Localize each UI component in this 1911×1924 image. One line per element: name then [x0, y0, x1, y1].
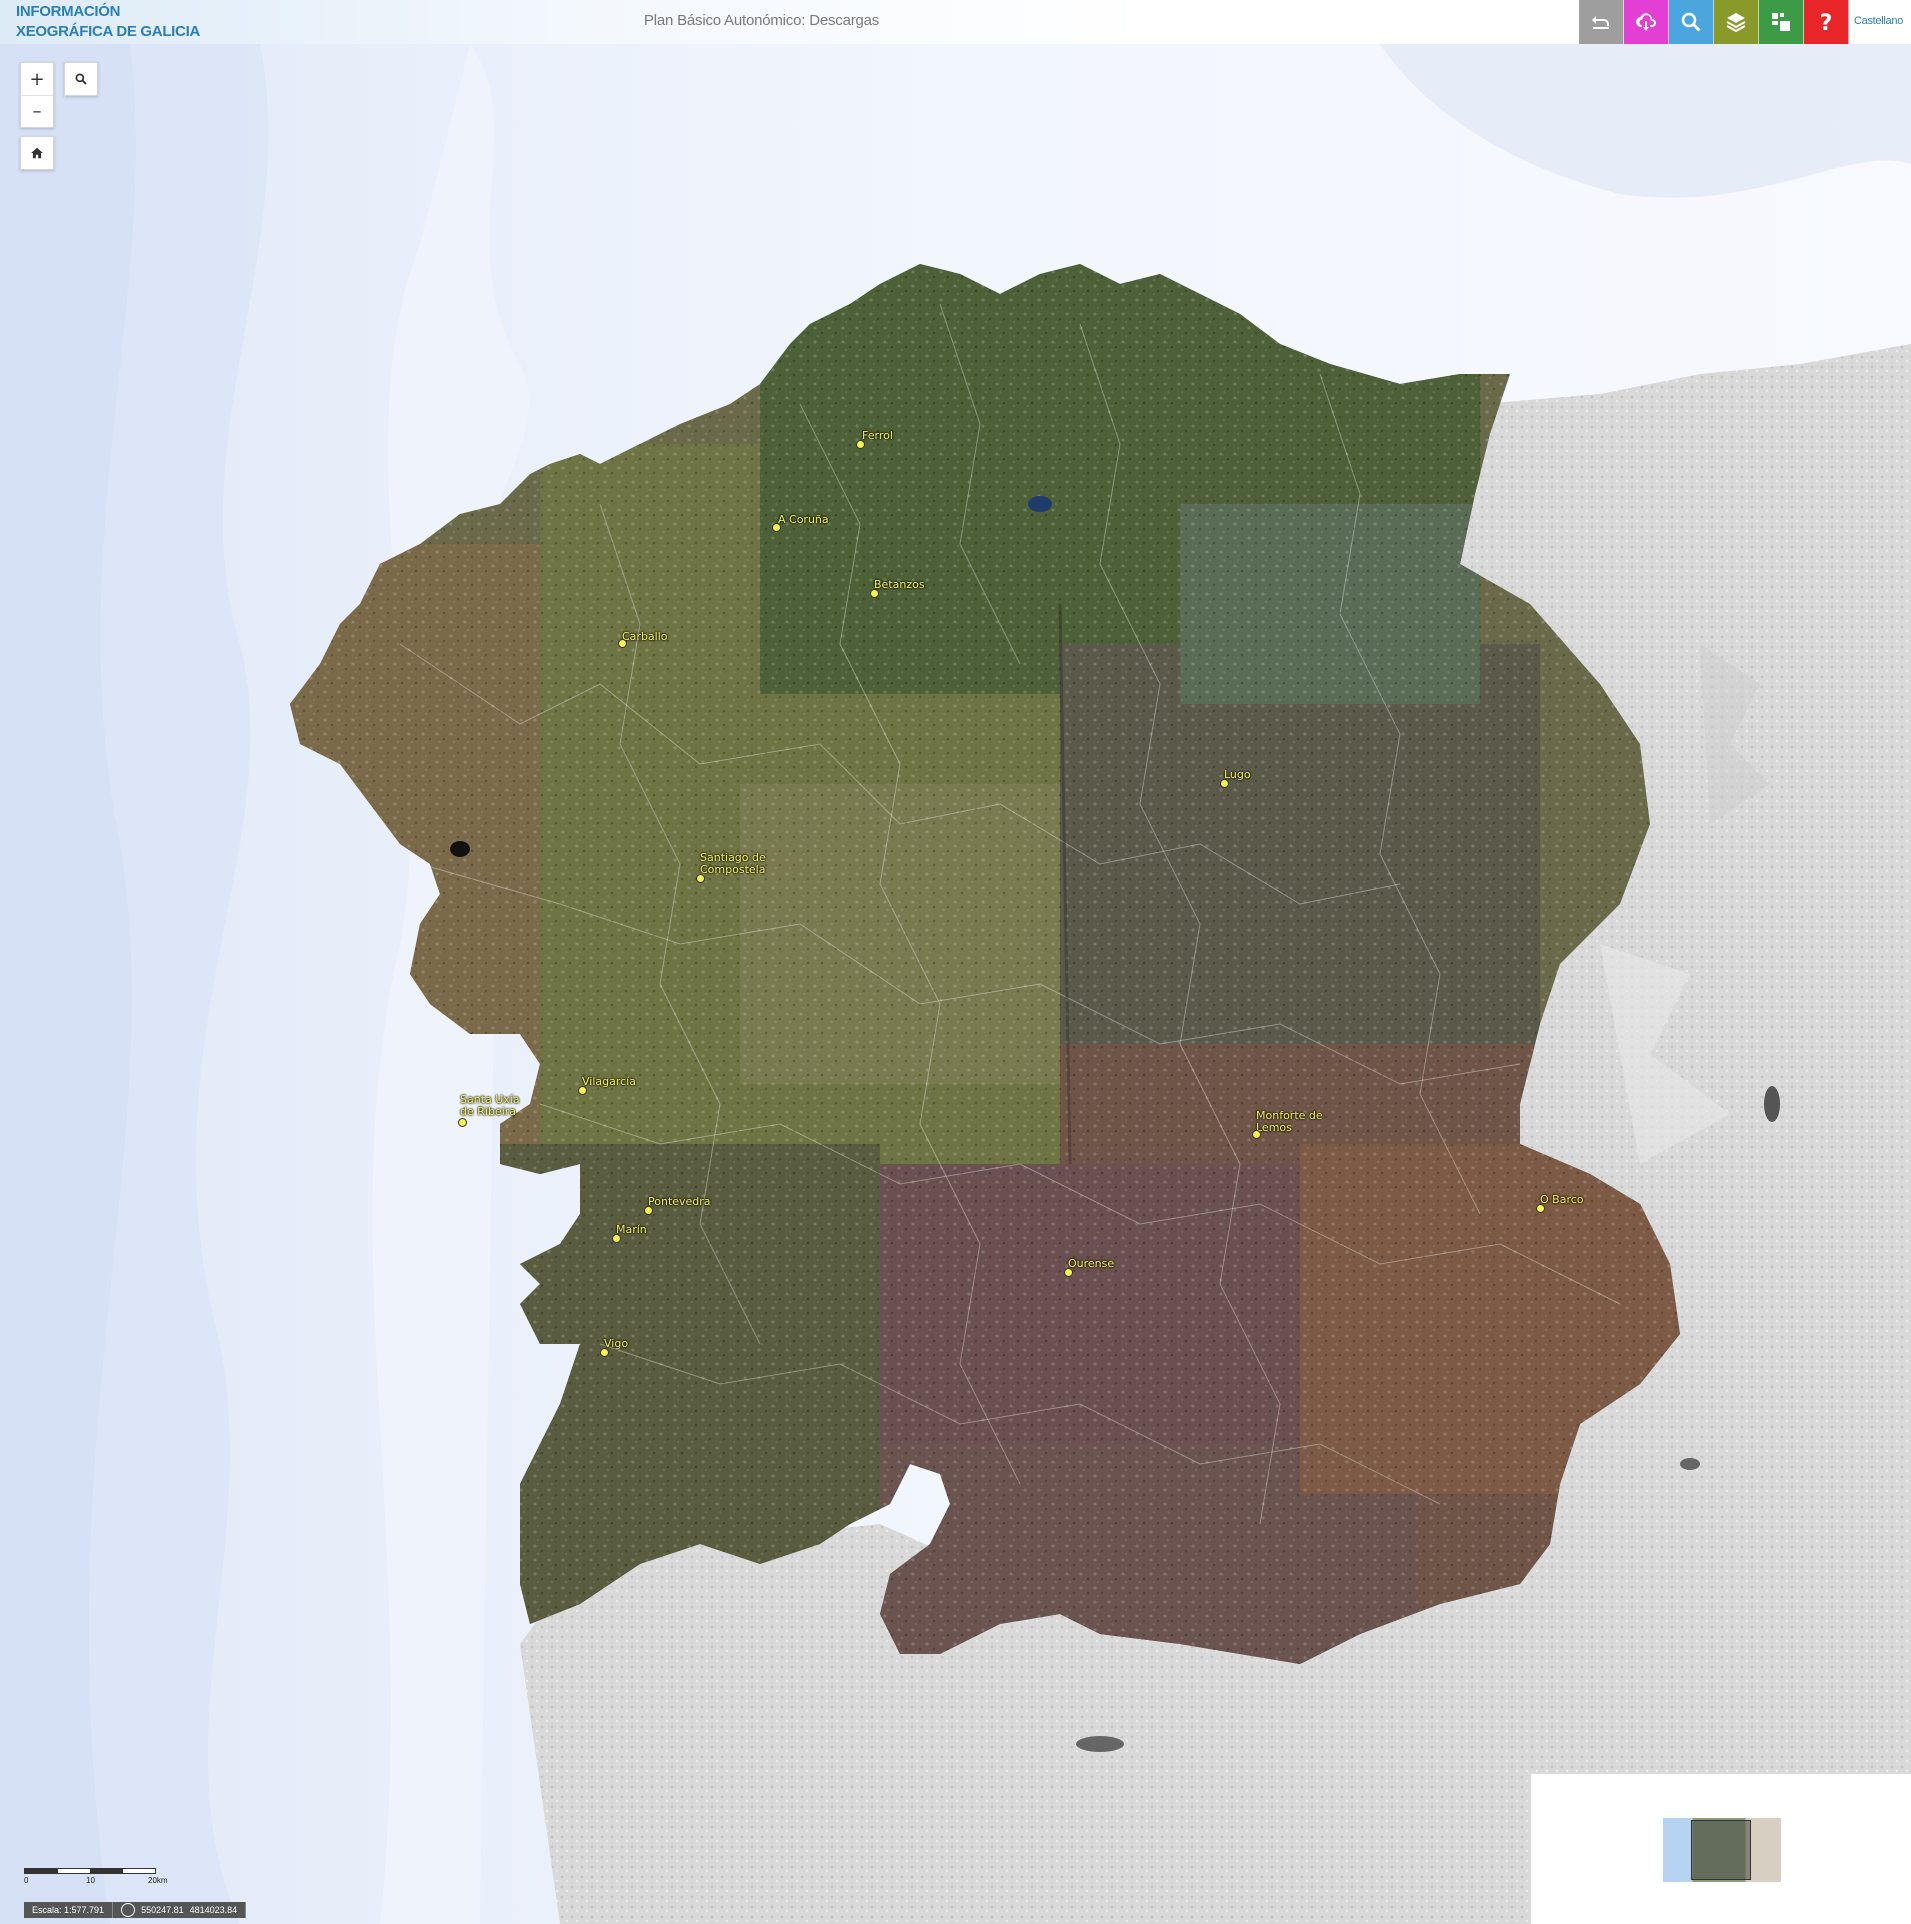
home-button[interactable] [21, 137, 53, 169]
city-label[interactable]: Lugo [1220, 768, 1251, 788]
search-icon [75, 73, 87, 85]
layers-button[interactable] [1714, 0, 1759, 44]
city-marker [578, 1086, 587, 1095]
legend-button[interactable] [1759, 0, 1804, 44]
search-button[interactable] [1669, 0, 1714, 44]
help-icon: ? [1820, 11, 1833, 34]
city-name: Vilagarcía [582, 1075, 636, 1088]
city-marker [772, 523, 781, 532]
city-marker [856, 440, 865, 449]
map-base-layer [0, 44, 1911, 1924]
cloud-download-icon [1636, 13, 1656, 31]
city-marker [644, 1206, 653, 1215]
coordinate-readout: 550247.81 4814023.84 [113, 1902, 247, 1918]
home-icon [31, 147, 43, 159]
city-marker [1064, 1268, 1073, 1277]
header-bar: INFORMACIÓN XEOGRÁFICA DE GALICIA Plan B… [0, 0, 1911, 44]
city-marker [600, 1348, 609, 1357]
city-label[interactable]: Betanzos [870, 578, 925, 598]
legend-icon [1772, 13, 1790, 31]
map-search-button[interactable] [65, 63, 97, 95]
layers-icon [1726, 13, 1746, 33]
scale-tick-2: 20km [148, 1876, 168, 1885]
scale-tick-1: 10 [86, 1876, 95, 1885]
city-marker [696, 874, 705, 883]
city-name: Santa Uxía de Ribeira [460, 1093, 520, 1118]
download-button[interactable] [1624, 0, 1669, 44]
city-label[interactable]: Monforte de Lemos [1252, 1109, 1326, 1139]
back-button[interactable] [1579, 0, 1624, 44]
city-marker [612, 1234, 621, 1243]
help-button[interactable]: ? [1804, 0, 1849, 44]
city-marker [870, 589, 879, 598]
coordinate-y: 4814023.84 [189, 1905, 238, 1915]
city-marker [1252, 1130, 1261, 1139]
city-label[interactable]: A Coruña [772, 513, 829, 532]
city-name: Santiago de Compostela [700, 851, 766, 876]
city-label[interactable]: Santiago de Compostela [696, 851, 790, 883]
city-label[interactable]: Vigo [600, 1337, 629, 1357]
home-control [20, 136, 54, 170]
city-label[interactable]: O Barco [1536, 1193, 1584, 1213]
language-selector[interactable]: Castellano [1854, 15, 1903, 27]
city-label[interactable]: Marín [612, 1223, 647, 1243]
city-name: Lugo [1224, 768, 1251, 781]
city-name: Ferrol [862, 429, 893, 442]
scale-bar: 0 10 20km [24, 1868, 174, 1886]
overview-extent-box[interactable] [1691, 1820, 1751, 1880]
city-name: Marín [616, 1223, 647, 1236]
city-label[interactable]: Vilagarcía [578, 1075, 636, 1095]
city-label[interactable]: Ferrol [856, 429, 893, 449]
scale-ticks: 0 10 20km [24, 1874, 174, 1886]
city-name: Ourense [1068, 1257, 1115, 1270]
crosshair-icon [121, 1903, 136, 1917]
page-title: Plan Básico Autonómico: Descargas [643, 12, 880, 29]
status-bar: Escala: 1:577.791 550247.81 4814023.84 [24, 1902, 247, 1918]
zoom-out-button[interactable]: – [21, 95, 53, 127]
city-marker [1536, 1204, 1545, 1213]
city-marker [618, 639, 627, 648]
overview-map[interactable] [1530, 1773, 1911, 1924]
city-name: A Coruña [778, 513, 829, 526]
map-canvas[interactable]: + – Ferrol A Coruña Betanzos Carballo Lu… [0, 44, 1911, 1924]
back-icon [1592, 16, 1609, 29]
zoom-control: + – [20, 62, 54, 128]
city-marker [458, 1118, 467, 1127]
zoom-in-button[interactable]: + [21, 63, 53, 95]
city-name: Pontevedra [648, 1195, 711, 1208]
svg-text:?: ? [1820, 11, 1833, 34]
city-name: Carballo [622, 630, 668, 643]
city-name: Monforte de Lemos [1256, 1109, 1323, 1134]
scale-label: Escala: 1:577.791 [24, 1902, 114, 1918]
map-search-control [64, 62, 98, 96]
city-name: Betanzos [874, 578, 925, 591]
coordinate-x: 550247.81 [141, 1905, 184, 1915]
toolbar: ? [1579, 0, 1849, 44]
city-marker [1220, 779, 1229, 788]
city-name: O Barco [1540, 1193, 1584, 1206]
scale-tick-0: 0 [24, 1876, 29, 1885]
city-label[interactable]: Carballo [618, 630, 668, 648]
city-label[interactable]: Pontevedra [644, 1195, 711, 1215]
search-icon [1681, 12, 1701, 32]
city-label[interactable]: Santa Uxía de Ribeira [458, 1093, 530, 1127]
city-name: Vigo [604, 1337, 629, 1350]
city-label[interactable]: Ourense [1064, 1257, 1115, 1277]
